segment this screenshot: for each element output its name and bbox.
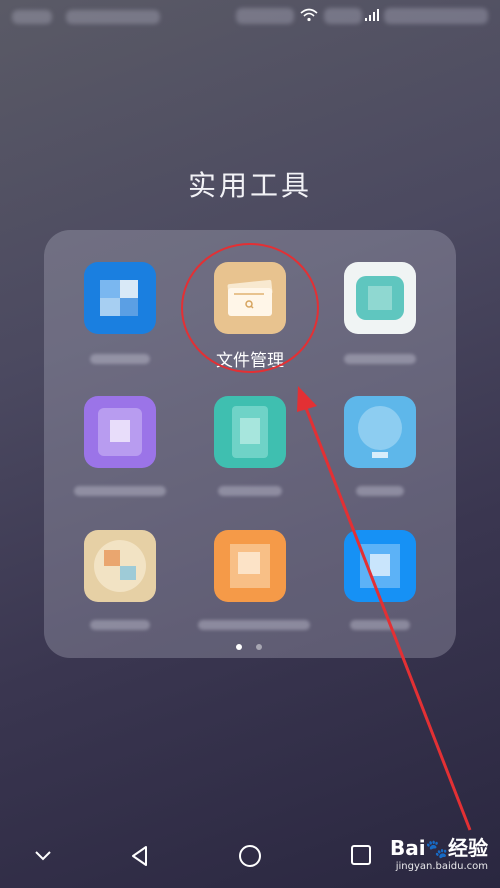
home-icon[interactable]: [238, 844, 262, 872]
annotation-arrow: [297, 386, 472, 831]
back-icon[interactable]: [128, 844, 152, 872]
collapse-icon[interactable]: [32, 844, 54, 870]
watermark-url: jingyan.baidu.com: [395, 861, 488, 872]
baidu-jingyan-watermark: Bai🐾经验 jingyan.baidu.com: [390, 832, 488, 872]
recents-icon[interactable]: [350, 844, 372, 870]
watermark-logo: Bai🐾经验: [389, 836, 488, 860]
